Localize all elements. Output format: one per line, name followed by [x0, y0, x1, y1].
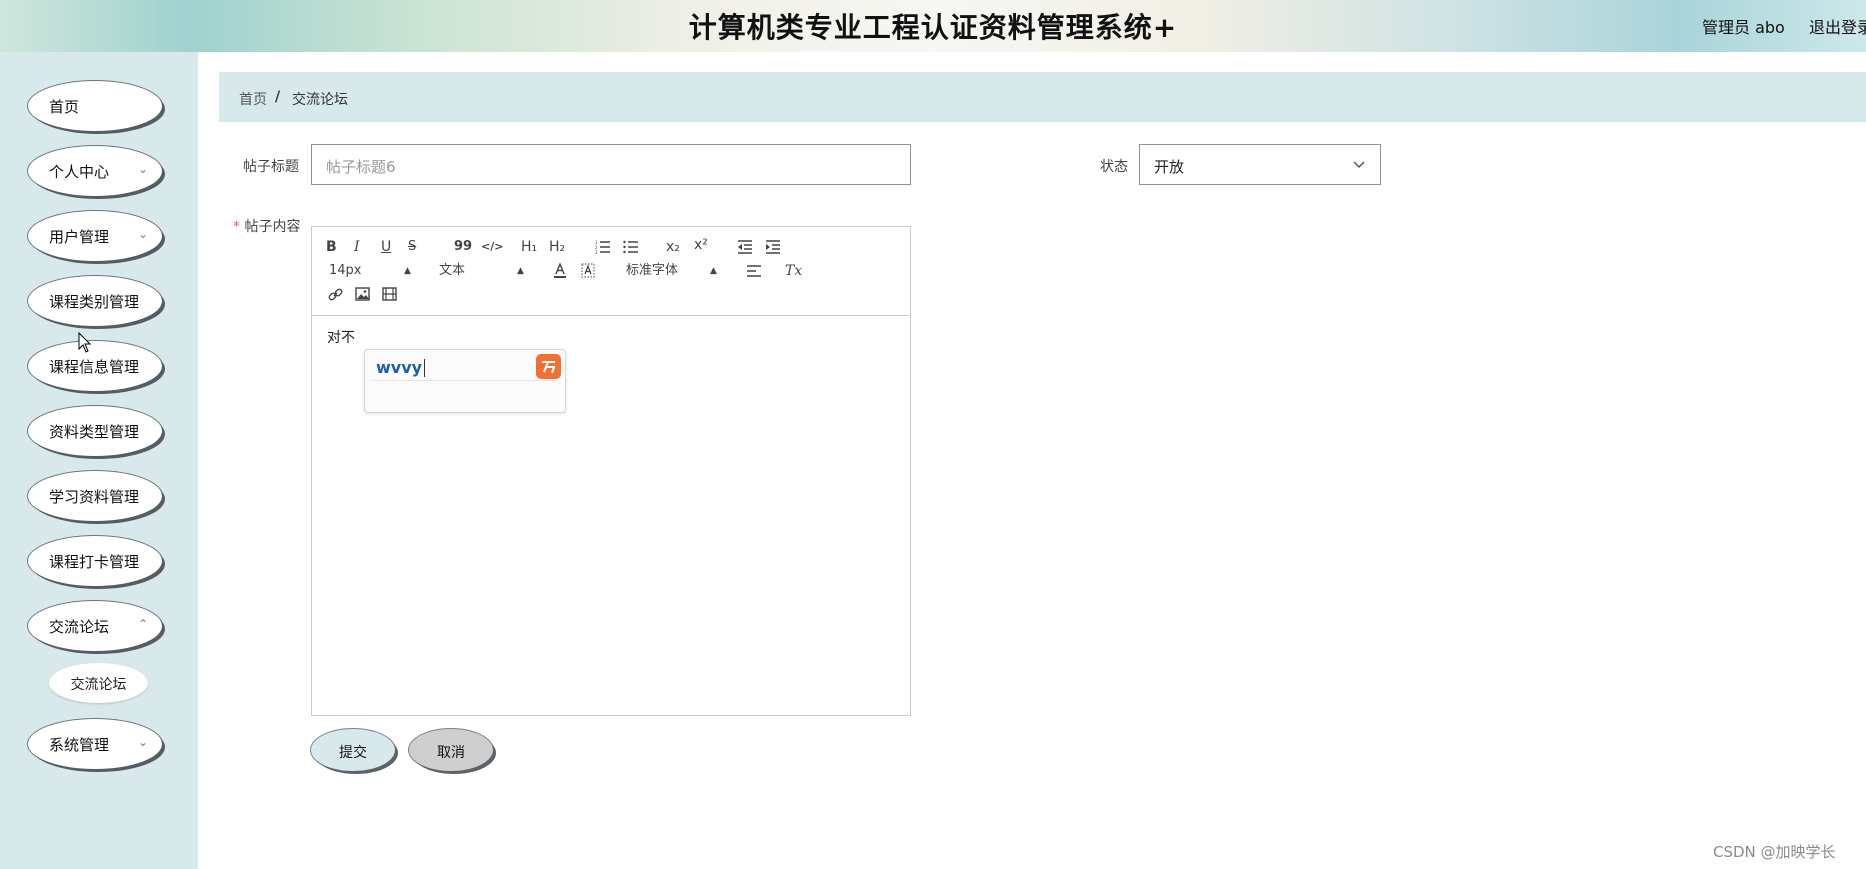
italic-button[interactable]: I [354, 239, 360, 255]
ordered-list-icon[interactable]: 123 [595, 240, 611, 254]
text-caret [424, 359, 425, 377]
content-label-text: 帖子内容 [244, 219, 301, 235]
chevron-down-icon [1353, 161, 1365, 169]
sidebar-item-home[interactable]: 首页 [28, 81, 162, 131]
ime-divider [373, 380, 557, 381]
heading2-button[interactable]: H₂ [549, 239, 565, 255]
sidebar-subitem-label: 交流论坛 [70, 677, 127, 693]
sidebar-item-material-type[interactable]: 资料类型管理 [28, 406, 162, 456]
chevron-down-icon: ⌄ [137, 162, 148, 176]
sidebar-item-forum[interactable]: 交流论坛 ⌃ [28, 601, 162, 651]
ime-input-text: wvvy [376, 358, 423, 377]
top-header: 计算机类专业工程认证资料管理系统+ 管理员 abo 退出登录 [0, 0, 1866, 52]
chevron-down-icon: ⌄ [137, 735, 148, 749]
sidebar-item-system-management[interactable]: 系统管理 ⌄ [28, 719, 162, 769]
breadcrumb-current: 交流论坛 [292, 92, 348, 108]
editor-content-text: 对不 [327, 330, 355, 346]
block-format-select[interactable]: 文本 [439, 263, 465, 279]
status-select[interactable]: 开放 [1139, 144, 1381, 185]
sidebar-item-label: 学习资料管理 [49, 488, 140, 506]
required-mark: * [233, 219, 240, 235]
bullet-list-icon[interactable] [623, 240, 639, 254]
sidebar-item-course-info[interactable]: 课程信息管理 [28, 341, 162, 391]
sidebar-item-label: 课程信息管理 [49, 358, 140, 376]
submit-button[interactable]: 提交 [311, 729, 395, 771]
app-title: 计算机类专业工程认证资料管理系统+ [688, 11, 1178, 44]
chevron-up-icon: ⌃ [137, 617, 148, 631]
clear-format-button[interactable]: Tx [785, 263, 802, 279]
sidebar-item-personal-center[interactable]: 个人中心 ⌄ [28, 146, 162, 196]
updown-icon: ▲ [710, 266, 717, 276]
blockquote-button[interactable]: 99 [454, 239, 472, 255]
status-selected-value: 开放 [1154, 158, 1185, 176]
align-left-icon[interactable] [746, 264, 762, 278]
breadcrumb-separator: / [275, 89, 281, 105]
sidebar-subitem-forum[interactable]: 交流论坛 [49, 663, 148, 703]
sidebar-item-course-checkin[interactable]: 课程打卡管理 [28, 536, 162, 586]
logout-link[interactable]: 退出登录 [1809, 14, 1866, 38]
subscript-button[interactable]: x₂ [666, 239, 680, 255]
sidebar-item-label: 用户管理 [49, 228, 110, 246]
sidebar-item-label: 课程类别管理 [49, 293, 140, 311]
ime-logo-icon [536, 354, 561, 379]
strikethrough-button[interactable]: S [408, 239, 416, 255]
background-color-icon[interactable] [581, 263, 595, 279]
admin-user-label: 管理员 abo [1702, 18, 1785, 37]
indent-icon[interactable] [765, 240, 781, 254]
submit-button-label: 提交 [339, 745, 367, 761]
sidebar-item-label: 个人中心 [49, 163, 110, 181]
post-title-input[interactable]: 帖子标题6 [311, 144, 911, 185]
bold-button[interactable]: B [326, 239, 337, 255]
sidebar-item-label: 资料类型管理 [49, 423, 140, 441]
heading1-button[interactable]: H₁ [521, 239, 537, 255]
sidebar-item-user-management[interactable]: 用户管理 ⌄ [28, 211, 162, 261]
font-family-select[interactable]: 标准字体 [626, 263, 678, 279]
updown-icon: ▲ [517, 266, 524, 276]
image-icon[interactable] [355, 287, 370, 301]
post-title-value: 帖子标题6 [326, 158, 396, 176]
sidebar-item-course-category[interactable]: 课程类别管理 [28, 276, 162, 326]
title-field-label: 帖子标题 [243, 159, 299, 175]
status-field-label: 状态 [1100, 159, 1128, 175]
code-block-button[interactable]: </> [481, 239, 503, 255]
outdent-icon[interactable] [737, 240, 753, 254]
watermark: CSDN @加映学长 [1713, 843, 1836, 861]
link-icon[interactable] [328, 287, 343, 302]
mouse-cursor-icon [78, 332, 92, 353]
sidebar-item-label: 交流论坛 [49, 618, 110, 636]
editor-toolbar: B I U S 99 </> H₁ H₂ 123 x₂ x² 14px ▲ 文本… [312, 227, 910, 316]
video-icon[interactable] [382, 287, 397, 301]
sidebar-item-label: 首页 [49, 98, 80, 116]
superscript-button[interactable]: x² [694, 237, 708, 253]
chevron-down-icon: ⌄ [137, 227, 148, 241]
updown-icon: ▲ [404, 266, 411, 276]
breadcrumb: 首页 / 交流论坛 [219, 72, 1866, 122]
cancel-button[interactable]: 取消 [409, 729, 493, 771]
cancel-button-label: 取消 [437, 745, 465, 761]
breadcrumb-home[interactable]: 首页 [239, 89, 267, 109]
rich-text-editor[interactable]: B I U S 99 </> H₁ H₂ 123 x₂ x² 14px ▲ 文本… [311, 226, 911, 716]
font-color-icon[interactable] [553, 263, 567, 279]
sidebar-item-label: 系统管理 [49, 736, 110, 754]
ime-candidate-popup: wvvy [364, 349, 566, 413]
sidebar-item-learning-material[interactable]: 学习资料管理 [28, 471, 162, 521]
underline-button[interactable]: U [381, 239, 391, 255]
font-size-select[interactable]: 14px [329, 263, 362, 279]
svg-text:3: 3 [595, 250, 598, 254]
content-field-label: * 帖子内容 [233, 216, 300, 236]
sidebar-item-label: 课程打卡管理 [49, 553, 140, 571]
